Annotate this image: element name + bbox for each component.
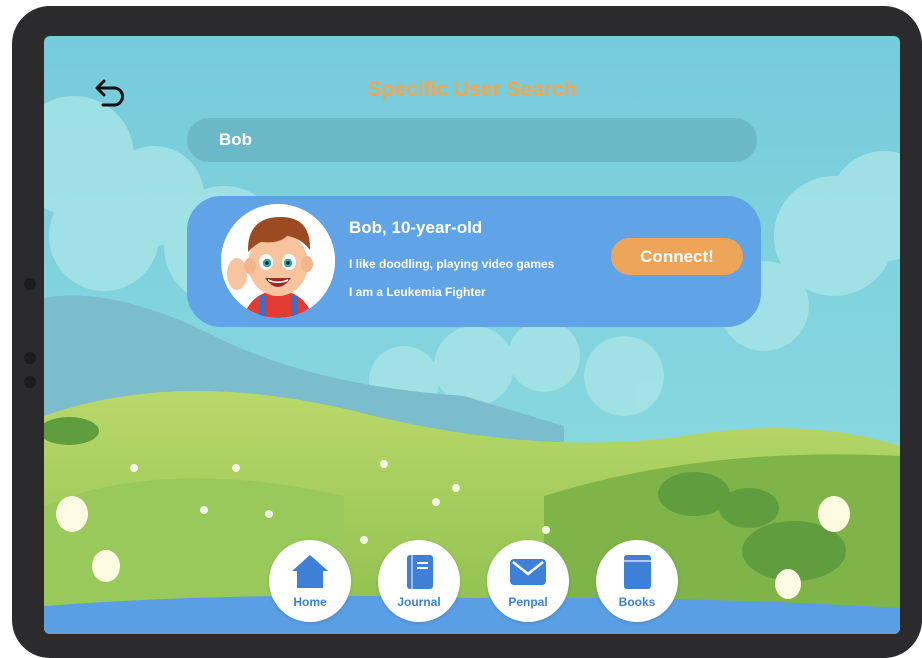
boy-avatar-icon xyxy=(221,204,335,318)
page-title: Specific User Search xyxy=(367,78,577,101)
nav-journal[interactable]: Journal xyxy=(378,540,460,622)
journal-icon xyxy=(407,555,433,589)
nav-journal-label: Journal xyxy=(397,595,441,609)
book-icon xyxy=(624,555,651,589)
nav-penpal[interactable]: Penpal xyxy=(487,540,569,622)
envelope-icon xyxy=(510,559,546,585)
app-screen: Specific User Search Bob Bob, 10-year-ol… xyxy=(44,36,900,634)
search-input[interactable] xyxy=(187,118,757,162)
nav-books[interactable]: Books xyxy=(596,540,678,622)
avatar xyxy=(221,204,335,318)
side-button xyxy=(24,278,36,290)
user-status: I am a Leukemia Fighter xyxy=(349,285,486,299)
connect-button[interactable]: Connect! xyxy=(611,238,743,275)
nav-home[interactable]: Home xyxy=(269,540,351,622)
nav-home-label: Home xyxy=(293,595,327,609)
user-result-card: Bob, 10-year-old I like doodling, playin… xyxy=(187,196,761,327)
home-icon xyxy=(292,555,328,588)
user-hobbies: I like doodling, playing video games xyxy=(349,257,555,271)
nav-books-label: Books xyxy=(618,595,656,609)
user-name: Bob, 10-year-old xyxy=(349,218,483,237)
side-button xyxy=(24,352,36,364)
nav-penpal-label: Penpal xyxy=(508,595,548,609)
side-button xyxy=(24,376,36,388)
